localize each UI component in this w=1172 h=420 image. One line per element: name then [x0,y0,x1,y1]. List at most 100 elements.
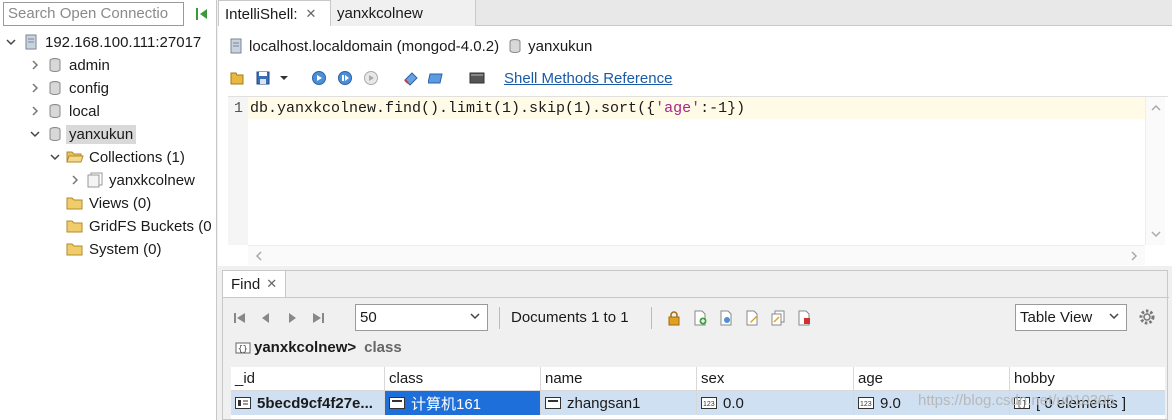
close-icon[interactable]: ✕ [306,6,317,22]
last-page-icon [313,313,324,323]
cell-class[interactable]: 计算机161 [385,391,541,415]
collapse-panel-button[interactable] [192,4,212,24]
search-connections-input[interactable]: Search Open Connectio [3,2,184,26]
close-icon[interactable]: ✕ [266,276,277,292]
collections-label: Collections (1) [89,148,185,166]
column-header[interactable]: name [541,367,697,391]
code-editor[interactable]: 1 db.yanxkcolnew.find().limit(1).skip(1)… [228,96,1168,266]
collapse-left-icon [196,8,207,20]
column-header[interactable]: sex [697,367,854,391]
tree-db-admin[interactable]: admin [28,54,110,76]
column-header[interactable]: _id [231,367,385,391]
tab-find[interactable]: Find ✕ [223,271,287,297]
edit-document-button[interactable] [741,307,763,329]
connection-bar: localhost.localdomain (mongod-4.0.2) yan… [228,35,592,57]
column-header[interactable]: hobby [1010,367,1165,391]
code-prefix: db.yanxkcolnew.find().limit(1).skip(1).s… [250,100,656,117]
database-icon [46,102,64,120]
string-icon [545,397,561,409]
previous-icon [262,313,269,323]
editor-tab-bar: IntelliShell: ✕ yanxkcolnew [218,0,1172,27]
first-page-button[interactable] [229,307,251,329]
stop-button[interactable] [360,67,382,89]
folder-open-icon [66,148,84,166]
tab-intellishell[interactable]: IntelliShell: ✕ [218,0,331,27]
console-button[interactable] [466,67,488,89]
comment-button[interactable] [426,67,448,89]
page-size-select[interactable]: 50 [355,304,488,331]
collection-icon [86,171,104,189]
execute-current-button[interactable] [334,67,356,89]
view-mode-select[interactable]: Table View [1015,304,1127,331]
chevron-down-icon [280,76,288,80]
save-button[interactable] [252,67,274,89]
chevron-up-icon [1151,104,1161,111]
chevron-right-icon[interactable] [28,81,42,95]
code-string: 'age' [655,100,701,117]
shell-methods-link[interactable]: Shell Methods Reference [504,70,672,87]
tree-system-folder[interactable]: System (0) [66,238,162,260]
lock-button[interactable] [663,307,685,329]
document-actions [663,307,819,329]
chevron-down-icon[interactable] [4,35,18,49]
chevron-right-icon [1131,251,1138,261]
find-tab-label: Find [231,275,261,293]
previous-page-button[interactable] [255,307,277,329]
stop-icon [364,71,378,85]
settings-button[interactable] [1137,307,1157,331]
last-page-button[interactable] [307,307,329,329]
tree-connection[interactable]: 192.168.100.111:27017 [4,31,201,53]
add-document-button[interactable] [689,307,711,329]
tree-collection-item[interactable]: yanxkcolnew [68,169,195,191]
delete-document-button[interactable] [793,307,815,329]
save-dropdown-button[interactable] [278,67,290,89]
edit-document-icon [746,310,758,326]
tree-collections-folder[interactable]: Collections (1) [48,146,185,168]
console-icon [469,72,485,84]
database-name[interactable]: yanxukun [528,38,592,55]
breadcrumb-field[interactable]: class [364,339,402,356]
tree-db-config[interactable]: config [28,77,109,99]
column-header[interactable]: class [385,367,541,391]
server-icon [22,33,40,51]
tab-collection[interactable]: yanxkcolnew [331,0,476,26]
pagination-buttons [229,307,333,329]
connection-name[interactable]: localhost.localdomain (mongod-4.0.2) [249,38,499,55]
tree-views-folder[interactable]: Views (0) [66,192,151,214]
db-label: local [69,102,100,120]
result-breadcrumb: {} yanxkcolnew> class [235,339,402,356]
tree-gridfs-folder[interactable]: GridFS Buckets (0 [66,215,212,237]
play-icon [312,71,326,85]
database-icon [46,56,64,74]
play-step-icon [338,71,352,85]
horizontal-scrollbar[interactable] [248,245,1145,265]
chevron-down-icon[interactable] [48,150,62,164]
tree-db-local[interactable]: local [28,100,100,122]
cell-sex[interactable]: 123 0.0 [697,391,854,415]
code-line[interactable]: db.yanxkcolnew.find().limit(1).skip(1).s… [250,100,745,117]
vertical-scrollbar[interactable] [1145,97,1165,245]
chevron-right-icon[interactable] [28,104,42,118]
tab-label: yanxkcolnew [337,4,423,22]
chevron-down-icon[interactable] [28,127,42,141]
tree-db-yanxukun[interactable]: yanxukun [28,123,137,145]
system-label: System (0) [89,240,162,258]
chevron-right-icon[interactable] [68,173,82,187]
cell-name[interactable]: zhangsan1 [541,391,697,415]
cell-id[interactable]: 5becd9cf4f27e... [231,391,385,415]
view-document-button[interactable] [715,307,737,329]
number-icon: 123 [858,397,874,409]
copy-document-button[interactable] [767,307,789,329]
database-icon [46,125,64,143]
format-button[interactable] [400,67,422,89]
database-icon [507,38,523,54]
gear-icon [1139,309,1155,325]
connection-tree-panel: Search Open Connectio 192.168.100.111:27… [0,0,217,420]
column-header[interactable]: age [854,367,1010,391]
open-file-button[interactable] [226,67,248,89]
breadcrumb-collection[interactable]: yanxkcolnew> [254,339,356,356]
execute-button[interactable] [308,67,330,89]
next-page-button[interactable] [281,307,303,329]
sex-value: 0.0 [723,394,744,412]
chevron-right-icon[interactable] [28,58,42,72]
